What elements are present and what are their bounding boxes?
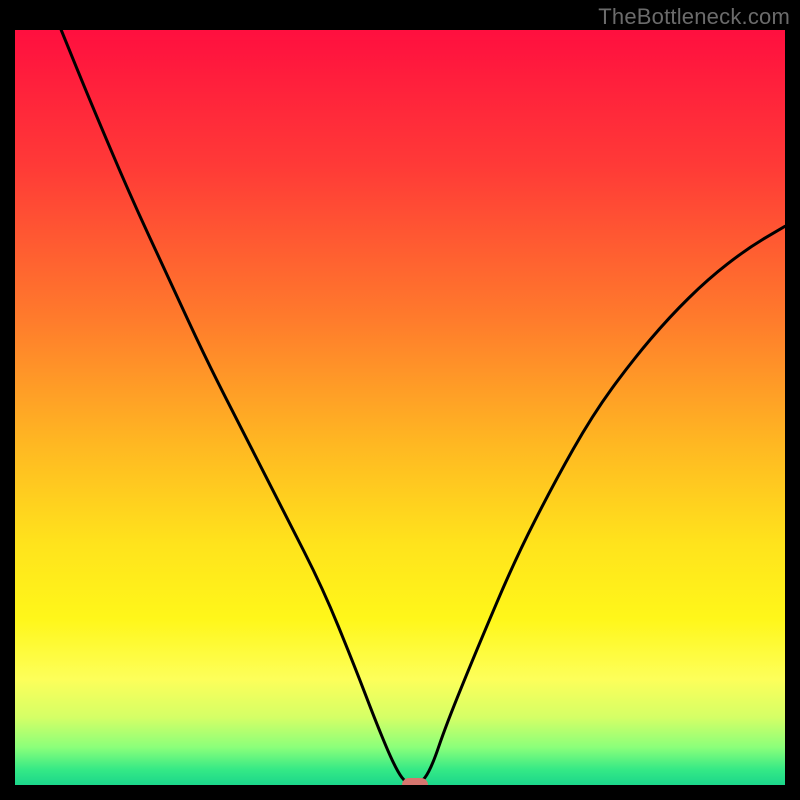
bottleneck-marker <box>402 778 428 785</box>
chart-frame: TheBottleneck.com <box>0 0 800 800</box>
bottleneck-curve-svg <box>15 30 785 785</box>
plot-gradient-area <box>15 30 785 785</box>
watermark-label: TheBottleneck.com <box>598 4 790 30</box>
bottleneck-curve-path <box>61 30 785 785</box>
